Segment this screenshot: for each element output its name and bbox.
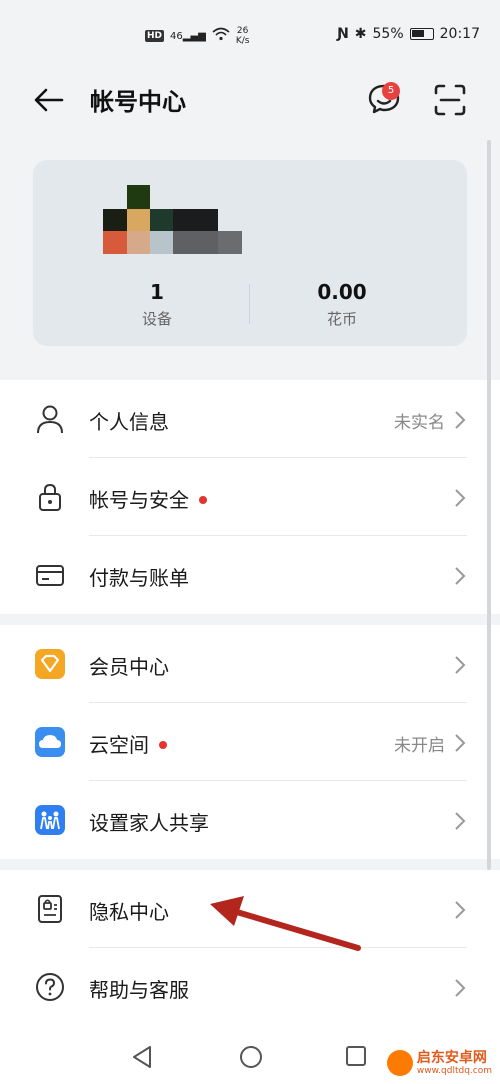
menu-item-personal-info[interactable]: 个人信息 未实名 xyxy=(0,380,500,458)
menu-item-text: 云空间 xyxy=(89,733,149,757)
privacy-icon xyxy=(38,895,62,923)
menu-item-cloud[interactable]: 云空间 未开启 xyxy=(0,703,500,781)
nav-back-icon[interactable] xyxy=(130,1044,154,1070)
chevron-right-icon xyxy=(455,901,466,919)
nfc-icon: Ɲ xyxy=(337,26,349,42)
coins-value: 0.00 xyxy=(317,280,367,304)
clock: 20:17 xyxy=(439,26,480,42)
chevron-right-icon xyxy=(455,656,466,674)
scrollbar[interactable] xyxy=(487,140,491,870)
signal-icon: 46▂▄▆ xyxy=(170,30,206,42)
red-dot-badge xyxy=(159,740,167,749)
menu-item-value: 未开启 xyxy=(394,736,445,756)
chevron-right-icon xyxy=(455,567,466,585)
profile-card[interactable]: 1 设备 0.00 花币 xyxy=(33,160,467,346)
menu-item-text: 帐号与安全 xyxy=(89,488,189,512)
menu-item-label: 帮助与客服 xyxy=(89,978,189,1002)
menu-group-services: 会员中心 云空间 未开启 设置家人共享 xyxy=(0,625,500,859)
help-icon xyxy=(36,973,64,1001)
coins-label: 花币 xyxy=(326,310,357,328)
status-right: Ɲ ✱ 55% 20:17 xyxy=(337,26,480,42)
watermark-logo-icon xyxy=(386,1050,413,1076)
menu-item-label: 云空间 xyxy=(89,729,167,758)
battery-icon xyxy=(409,28,434,40)
watermark-name: 启东安卓网 xyxy=(416,1049,487,1066)
menu-item-label: 帐号与安全 xyxy=(89,484,207,513)
message-badge: 5 xyxy=(382,82,400,100)
chevron-right-icon xyxy=(455,411,466,429)
status-bar: HD 46▂▄▆ 26 K/s Ɲ ✱ 55% 20:17 xyxy=(0,0,500,70)
menu-item-label: 付款与账单 xyxy=(89,566,189,590)
wifi-icon xyxy=(212,27,230,45)
menu-item-account-security[interactable]: 帐号与安全 xyxy=(0,458,500,536)
back-arrow-icon[interactable] xyxy=(32,84,66,116)
nav-recents-icon[interactable] xyxy=(344,1044,368,1068)
red-dot-badge xyxy=(199,495,207,504)
menu-item-payments[interactable]: 付款与账单 xyxy=(0,536,500,614)
page-title: 帐号中心 xyxy=(90,88,186,116)
devices-value: 1 xyxy=(150,280,164,304)
cloud-icon xyxy=(35,727,65,757)
devices-stat[interactable]: 1 设备 xyxy=(97,280,217,329)
watermark-text: 启东安卓网 www.qdltdq.com xyxy=(416,1049,492,1076)
menu-item-label: 隐私中心 xyxy=(89,900,169,924)
hd-icon: HD xyxy=(145,30,165,42)
system-nav-bar: 启东安卓网 www.qdltdq.com xyxy=(0,1030,500,1084)
menu-item-value: 未实名 xyxy=(394,413,445,433)
network-type: 46 xyxy=(170,30,183,42)
speed-value: 26 xyxy=(236,26,249,36)
status-left: HD 46▂▄▆ 26 K/s xyxy=(145,26,249,46)
person-icon xyxy=(37,405,63,434)
chevron-right-icon xyxy=(455,979,466,997)
menu-item-label: 个人信息 xyxy=(89,410,169,434)
menu-item-family-sharing[interactable]: 设置家人共享 xyxy=(0,781,500,859)
speed-unit: K/s xyxy=(235,36,250,46)
chevron-right-icon xyxy=(455,734,466,752)
chevron-right-icon xyxy=(455,489,466,507)
menu-item-membership[interactable]: 会员中心 xyxy=(0,625,500,703)
menu-item-label: 设置家人共享 xyxy=(89,811,209,835)
watermark: 启东安卓网 www.qdltdq.com xyxy=(386,1049,492,1076)
lock-icon xyxy=(39,483,61,511)
network-speed: 26 K/s xyxy=(236,26,250,46)
family-icon xyxy=(35,805,65,835)
vip-icon xyxy=(35,649,65,679)
app-header: 帐号中心 5 xyxy=(0,70,500,130)
watermark-url: www.qdltdq.com xyxy=(416,1065,492,1076)
nav-home-icon[interactable] xyxy=(238,1044,264,1070)
chevron-right-icon xyxy=(455,812,466,830)
coins-stat[interactable]: 0.00 花币 xyxy=(282,280,402,329)
devices-label: 设备 xyxy=(141,310,172,328)
scan-icon[interactable] xyxy=(432,82,468,118)
bluetooth-icon: ✱ xyxy=(354,26,367,42)
menu-group-account: 个人信息 未实名 帐号与安全 付款与账单 xyxy=(0,380,500,614)
stat-divider xyxy=(249,284,250,324)
card-icon xyxy=(36,565,64,586)
battery-percent: 55% xyxy=(372,26,404,42)
annotation-arrow-icon xyxy=(210,896,361,951)
menu-item-label: 会员中心 xyxy=(89,655,169,679)
